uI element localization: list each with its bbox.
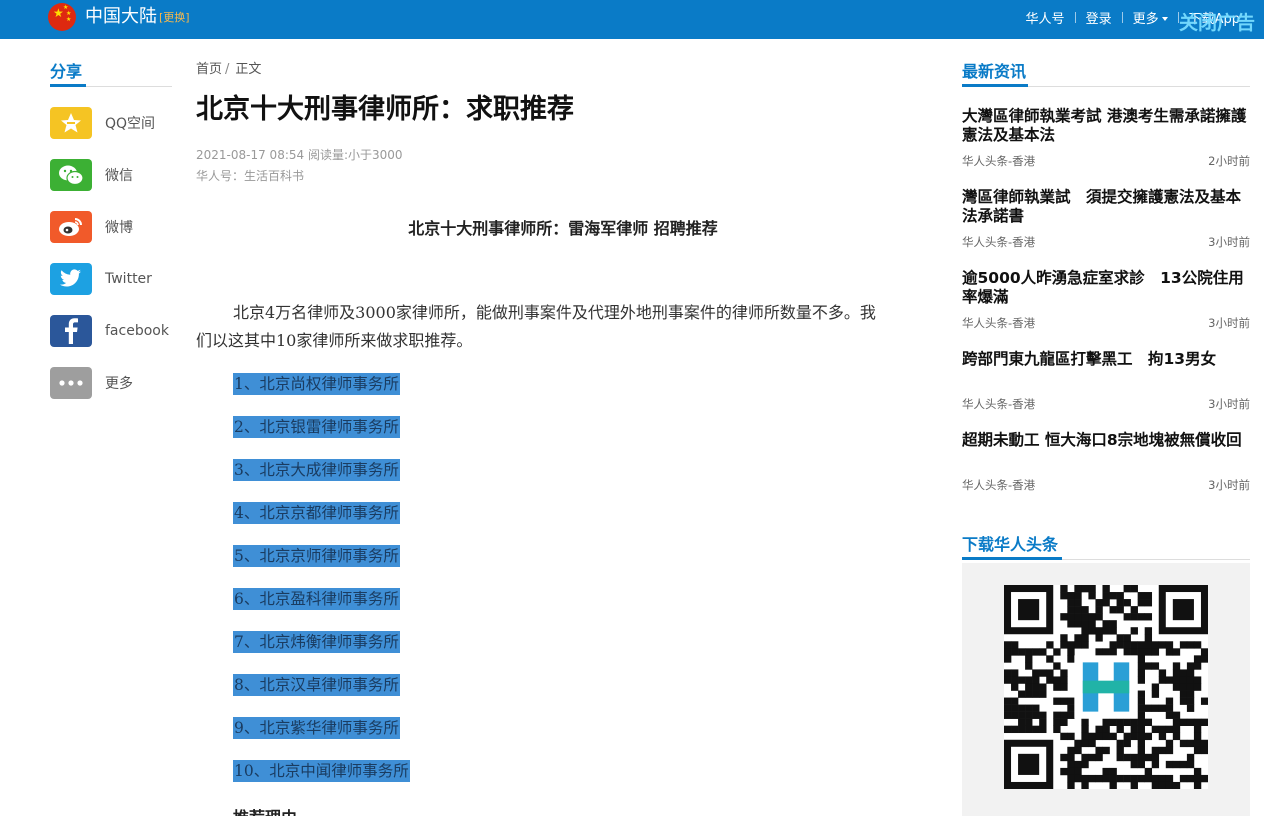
list-item: 5、北京京师律师事务所 [233,545,400,567]
qr-code-icon [1004,585,1209,790]
share-weibo-button[interactable]: 微博 [50,211,190,243]
news-meta: 华人头条-香港 2小时前 [962,153,1250,169]
chevron-down-icon [1161,17,1168,21]
news-item[interactable]: 灣區律師執業試 須提交擁護憲法及基本法承諾書 华人头条-香港 3小时前 [962,188,1250,249]
news-item[interactable]: 超期未動工 恒大海口8宗地塊被無償收回 华人头条-香港 3小时前 [962,431,1250,492]
news-source: 华人头条-香港 [962,478,1036,492]
share-weibo-label: 微博 [105,220,133,236]
news-title[interactable]: 灣區律師執業試 須提交擁護憲法及基本法承諾書 [962,188,1250,228]
list-item: 2、北京银雷律师事务所 [233,416,400,438]
share-facebook-button[interactable]: facebook [50,315,190,347]
share-wechat-button[interactable]: 微信 [50,159,190,191]
news-meta: 华人头条-香港 3小时前 [962,477,1250,493]
share-qzone-button[interactable]: QQ空间 [50,107,190,139]
news-title[interactable]: 跨部門東九龍區打擊黑工 拘13男女 [962,350,1250,390]
download-heading-underline [962,557,1062,560]
breadcrumb: 首页 / 正文 [196,58,261,77]
news-item[interactable]: 跨部門東九龍區打擊黑工 拘13男女 华人头条-香港 3小时前 [962,350,1250,411]
news-source: 华人头条-香港 [962,235,1036,249]
news-meta: 华人头条-香港 3小时前 [962,396,1250,412]
list-item: 8、北京汉卓律师事务所 [233,674,400,696]
twitter-icon [50,263,92,295]
news-title[interactable]: 逾5000人昨湧急症室求診 13公院住用率爆滿 [962,269,1250,309]
nav-more-label: 更多 [1132,11,1159,27]
news-title[interactable]: 超期未動工 恒大海口8宗地塊被無償收回 [962,431,1250,471]
article-title: 北京十大刑事律师所：求职推荐 [196,94,574,125]
download-app-heading: 下载华人头条 [962,535,1059,554]
news-meta: 华人头条-香港 3小时前 [962,315,1250,331]
news-time: 3小时前 [1208,316,1250,330]
china-flag-icon: ★ ★ ★ ★ [48,3,76,31]
top-bar: ★ ★ ★ ★ 中国大陆 [更换] 华人号 登录 更多 下载App 关闭广告 [0,0,1264,39]
latest-news-heading: 最新资讯 [962,62,1027,81]
news-heading-underline [962,84,1028,87]
news-time: 3小时前 [1208,397,1250,411]
news-source: 华人头条-香港 [962,154,1036,168]
news-source: 华人头条-香港 [962,397,1036,411]
list-item: 10、北京中闻律师事务所 [233,760,410,782]
list-item: 6、北京盈科律师事务所 [233,588,400,610]
share-more-label: 更多 [105,376,133,392]
list-item: 7、北京炜衡律师事务所 [233,631,400,653]
article-meta-date: 2021-08-17 08:54 阅读量:小于3000 [196,148,403,162]
breadcrumb-separator: / [225,62,230,77]
more-dots-icon [50,367,92,399]
share-heading: 分享 [50,62,83,81]
list-item: 1、北京尚权律师事务所 [233,373,400,395]
list-item: 9、北京紫华律师事务所 [233,717,400,739]
share-heading-underline [50,84,86,87]
weibo-icon [50,211,92,243]
list-item: 4、北京京都律师事务所 [233,502,400,524]
facebook-icon [50,315,92,347]
wechat-icon [50,159,92,191]
share-twitter-label: Twitter [105,271,152,287]
nav-divider [1121,11,1123,23]
share-wechat-label: 微信 [105,168,133,184]
news-time: 2小时前 [1208,154,1250,168]
news-source: 华人头条-香港 [962,316,1036,330]
close-ad-button[interactable]: 关闭广告 [1179,12,1255,34]
nav-huarenhao[interactable]: 华人号 [1026,8,1065,27]
share-more-button[interactable]: 更多 [50,367,190,399]
change-region-link[interactable]: [更换] [159,11,190,25]
qzone-star-icon [50,107,92,139]
news-item[interactable]: 逾5000人昨湧急症室求診 13公院住用率爆滿 华人头条-香港 3小时前 [962,269,1250,330]
breadcrumb-current: 正文 [235,62,262,77]
article-author[interactable]: 华人号：生活百科书 [196,168,304,184]
news-time: 3小时前 [1208,235,1250,249]
share-twitter-button[interactable]: Twitter [50,263,190,295]
reason-heading: 推荐理由 [233,804,297,816]
nav-login[interactable]: 登录 [1086,8,1112,27]
news-title[interactable]: 大灣區律師執業考試 港澳考生需承諾擁護憲法及基本法 [962,107,1250,147]
breadcrumb-home[interactable]: 首页 [196,62,222,77]
article-intro: 北京4万名律师及3000家律师所，能做刑事案件及代理外地刑事案件的律师所数量不多… [196,303,876,350]
share-qzone-label: QQ空间 [105,116,156,132]
list-item: 3、北京大成律师事务所 [233,459,400,481]
nav-more[interactable]: 更多 [1133,8,1168,27]
article-subtitle: 北京十大刑事律师所：雷海军律师 招聘推荐 [408,219,718,238]
region-name: 中国大陆 [85,6,157,27]
share-facebook-label: facebook [105,323,169,339]
news-item[interactable]: 大灣區律師執業考試 港澳考生需承諾擁護憲法及基本法 华人头条-香港 2小时前 [962,107,1250,168]
news-time: 3小时前 [1208,478,1250,492]
nav-divider [1074,11,1076,23]
news-meta: 华人头条-香港 3小时前 [962,234,1250,250]
